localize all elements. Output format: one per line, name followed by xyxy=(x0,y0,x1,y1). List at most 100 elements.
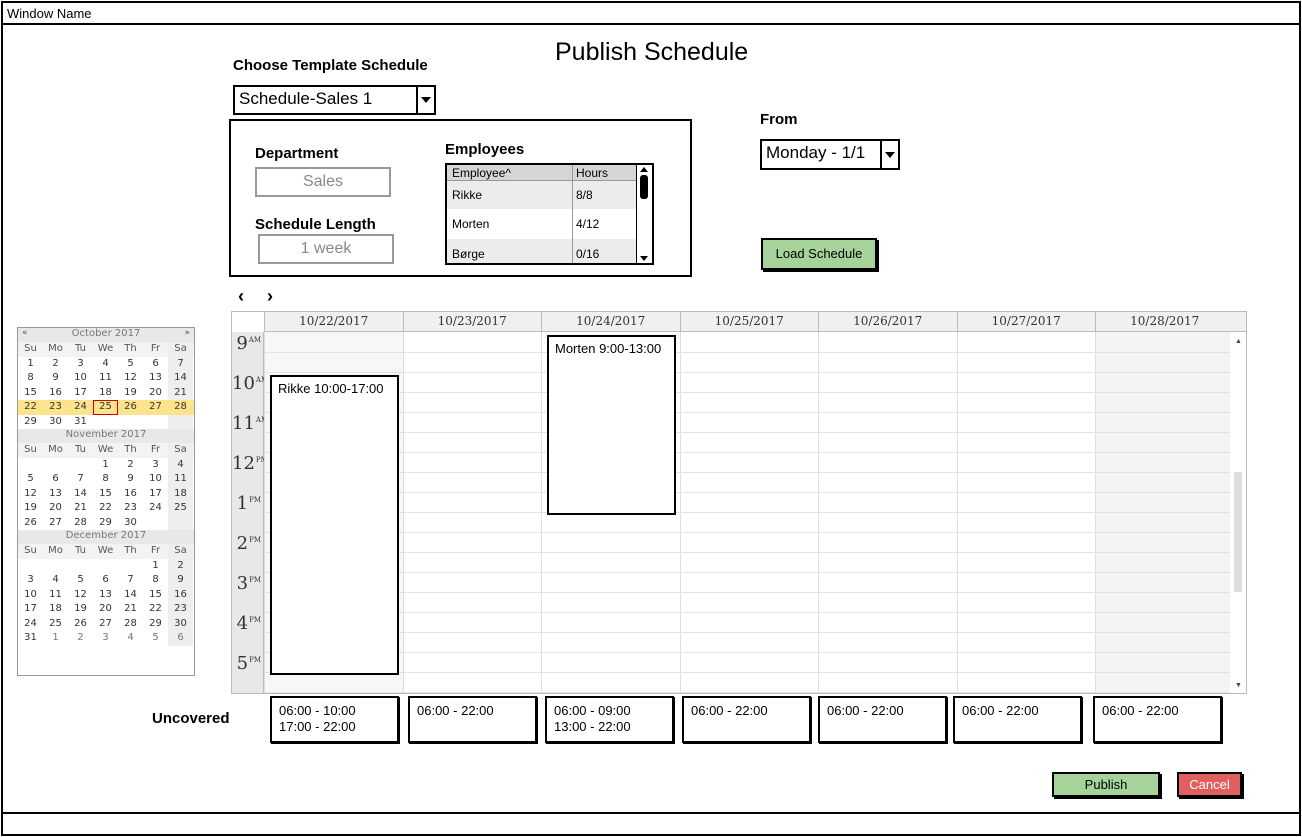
calendar-day[interactable]: 16 xyxy=(43,386,68,401)
calendar-day[interactable]: 19 xyxy=(68,602,93,617)
calendar-week[interactable]: 15 16 17 18 19 20 21 xyxy=(18,385,194,401)
prev-month-icon[interactable]: « xyxy=(22,328,28,338)
calendar-week[interactable]: 17 18 19 20 21 22 23 xyxy=(18,602,194,617)
calendar-day[interactable]: 16 xyxy=(168,587,193,602)
calendar-day[interactable] xyxy=(43,559,68,574)
calendar-day[interactable]: 10 xyxy=(68,371,93,386)
calendar-day[interactable]: 5 xyxy=(143,631,168,646)
calendar-day[interactable]: 13 xyxy=(143,371,168,386)
calendar-week[interactable]: 10 11 12 13 14 15 16 xyxy=(18,587,194,603)
calendar-day[interactable]: 14 xyxy=(118,588,143,603)
calendar-day[interactable]: 1 xyxy=(143,559,168,574)
calendar-day[interactable] xyxy=(93,559,118,574)
calendar-day[interactable]: 6 xyxy=(43,472,68,487)
calendar-day[interactable]: 29 xyxy=(143,617,168,632)
calendar-day[interactable] xyxy=(143,415,168,430)
calendar-day[interactable]: 28 xyxy=(118,617,143,632)
from-select[interactable]: Monday - 1/1 xyxy=(760,139,900,170)
scroll-thumb[interactable] xyxy=(1234,472,1242,592)
calendar-day[interactable]: 1 xyxy=(93,458,118,473)
calendar-day[interactable]: 12 xyxy=(68,588,93,603)
calendar-week[interactable]: 3456789 xyxy=(18,573,194,588)
column-header-hours[interactable]: Hours xyxy=(573,165,637,180)
calendar-day[interactable]: 17 xyxy=(143,487,168,502)
calendar-day[interactable]: 6 xyxy=(168,631,193,646)
table-row[interactable]: Børge 0/16 xyxy=(447,239,652,263)
calendar-day[interactable] xyxy=(93,415,118,430)
calendar-day[interactable]: 8 xyxy=(143,573,168,588)
calendar-day[interactable]: 29 xyxy=(18,415,43,430)
calendar-day[interactable]: 22 xyxy=(18,400,43,415)
column-header-employee[interactable]: Employee^ xyxy=(447,165,573,180)
calendar-day[interactable]: 26 xyxy=(18,516,43,531)
day-header[interactable]: 10/24/2017 xyxy=(541,312,680,331)
calendar-day[interactable]: 21 xyxy=(68,501,93,516)
calendar-day[interactable]: 9 xyxy=(43,371,68,386)
calendar-week[interactable]: 22 23 24 25 26 27 28 xyxy=(18,400,194,415)
calendar-day[interactable]: 24 xyxy=(68,400,93,415)
calendar-event[interactable]: Rikke 10:00-17:00 xyxy=(270,375,399,675)
calendar-day[interactable]: 18 xyxy=(43,602,68,617)
calendar-day[interactable] xyxy=(118,559,143,574)
calendar-week[interactable]: 19 20 21 22 23 24 25 xyxy=(18,501,194,516)
calendar-day[interactable]: 30 xyxy=(168,616,193,631)
calendar-day[interactable]: 25 xyxy=(93,400,118,415)
calendar-week[interactable]: 5 6 7 8 9 10 11 xyxy=(18,472,194,487)
calendar-day[interactable]: 11 xyxy=(93,371,118,386)
calendar-day[interactable]: 12 xyxy=(118,371,143,386)
calendar-day[interactable]: 6 xyxy=(93,573,118,588)
template-select[interactable]: Schedule-Sales 1 xyxy=(233,85,436,115)
calendar-day[interactable]: 17 xyxy=(68,386,93,401)
calendar-day[interactable]: 23 xyxy=(168,602,193,617)
calendar-day[interactable]: 28 xyxy=(68,516,93,531)
calendar-day[interactable]: 26 xyxy=(118,400,143,415)
calendar-day[interactable]: 10 xyxy=(143,472,168,487)
calendar-day[interactable]: 2 xyxy=(43,357,68,372)
calendar-day[interactable]: 20 xyxy=(93,602,118,617)
calendar-day[interactable]: 24 xyxy=(143,501,168,516)
calendar-week[interactable]: 29 30 31 xyxy=(18,414,194,430)
employees-scrollbar[interactable] xyxy=(636,165,652,263)
day-header[interactable]: 10/26/2017 xyxy=(818,312,957,331)
calendar-day[interactable]: 4 xyxy=(118,631,143,646)
calendar-day[interactable]: 4 xyxy=(168,457,193,472)
chevron-down-icon[interactable] xyxy=(416,87,434,113)
calendar-day[interactable]: 31 xyxy=(18,631,43,646)
calendar-day[interactable]: 18 xyxy=(93,386,118,401)
day-header[interactable]: 10/22/2017 xyxy=(264,312,403,331)
calendar-day[interactable]: 21 xyxy=(168,385,193,400)
calendar-day[interactable]: 12 xyxy=(18,487,43,502)
calendar-day[interactable]: 21 xyxy=(118,602,143,617)
calendar-event[interactable]: Morten 9:00-13:00 xyxy=(547,335,676,515)
calendar-day[interactable]: 25 xyxy=(168,501,193,516)
calendar-day[interactable]: 3 xyxy=(18,573,43,588)
calendar-day[interactable]: 10 xyxy=(18,588,43,603)
load-schedule-button[interactable]: Load Schedule xyxy=(761,238,877,270)
calendar-day[interactable]: 25 xyxy=(43,617,68,632)
calendar-day[interactable]: 27 xyxy=(93,617,118,632)
calendar-day[interactable]: 13 xyxy=(43,487,68,502)
calendar-day[interactable]: 9 xyxy=(118,472,143,487)
day-header[interactable]: 10/25/2017 xyxy=(679,312,819,331)
calendar-day[interactable]: 1 xyxy=(18,357,43,372)
calendar-day[interactable]: 27 xyxy=(143,400,168,415)
mini-calendar[interactable]: «» October 2017 Su Mo Tu We Th Fr Sa 1 2 3 4 5 6 7 8 9 10 1… xyxy=(17,327,195,676)
calendar-day[interactable]: 3 xyxy=(93,631,118,646)
calendar-day[interactable]: 23 xyxy=(43,400,68,415)
calendar-day[interactable]: 7 xyxy=(168,356,193,371)
table-row[interactable]: Rikke 8/8 xyxy=(447,181,652,209)
chevron-right-icon[interactable]: › xyxy=(267,286,273,306)
day-header[interactable]: 10/23/2017 xyxy=(402,312,542,331)
calendar-day[interactable] xyxy=(18,559,43,574)
calendar-day[interactable]: 14 xyxy=(68,487,93,502)
calendar-day[interactable]: 4 xyxy=(93,357,118,372)
scroll-thumb[interactable] xyxy=(640,175,648,199)
calendar-day[interactable]: 18 xyxy=(168,486,193,501)
calendar-week[interactable]: 12 xyxy=(18,558,194,574)
calendar-day[interactable]: 31 xyxy=(68,415,93,430)
chevron-left-icon[interactable]: ‹ xyxy=(238,286,244,306)
calendar-day[interactable] xyxy=(68,559,93,574)
calendar-week[interactable]: 24 25 26 27 28 29 30 xyxy=(18,616,194,632)
table-row[interactable]: Morten 4/12 xyxy=(447,209,652,239)
calendar-day[interactable]: 29 xyxy=(93,516,118,531)
